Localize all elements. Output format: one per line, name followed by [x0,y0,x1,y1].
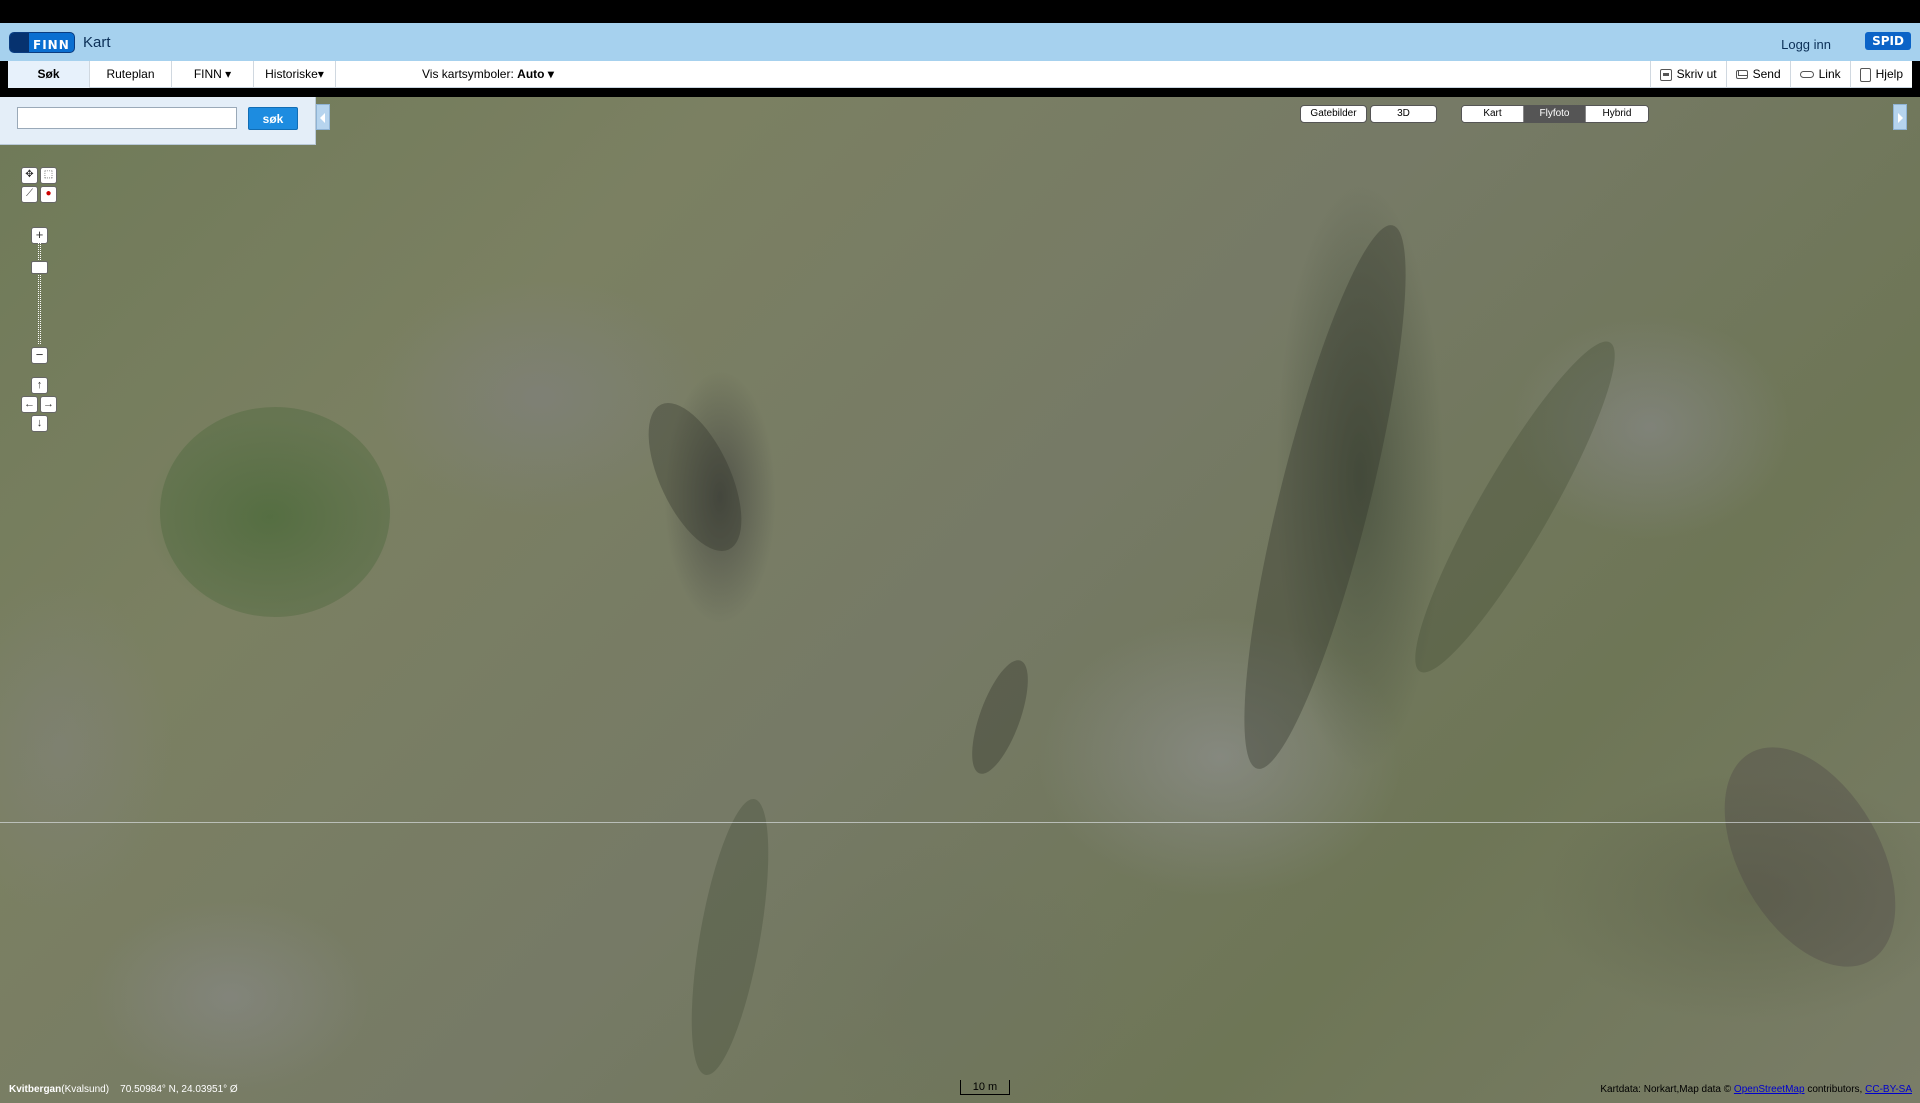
window-top-bar [0,0,1920,23]
credits-prefix: Kartdata: Norkart,Map data © [1600,1084,1732,1095]
spid-logo[interactable]: SPID [1865,32,1911,50]
coordinates: 70.50984° N, 24.03951° Ø [120,1084,238,1095]
map-terrain [629,389,761,565]
login-link[interactable]: Logg inn [1781,37,1831,52]
zoom-slider-handle[interactable] [31,261,48,274]
map-credits: Kartdata: Norkart,Map data © OpenStreetM… [1600,1084,1912,1095]
app-title: Kart [83,34,111,51]
main-nav: Søk Ruteplan FINN ▾ Historiske▾ Vis kart… [8,61,1912,88]
search-panel: søk [0,97,316,145]
pan-left-icon[interactable]: ← [21,396,38,413]
search-button[interactable]: søk [248,107,298,130]
location-readout: Kvitbergan(Kvalsund) 70.50984° N, 24.039… [9,1084,238,1095]
credits-mid: contributors, [1807,1084,1863,1095]
collapse-panel-left-button[interactable] [316,104,330,130]
pan-tool-icon[interactable]: ✥ [21,167,38,184]
link-icon [1799,71,1814,78]
help-button[interactable]: Hjelp [1849,61,1912,88]
map-terrain [676,793,784,1081]
map-symbols-label: Vis kartsymboler: [422,67,514,81]
map-terrain [1389,324,1641,690]
search-input[interactable] [17,107,237,129]
map-tool-group: ✥ ⬚ ⟋ ● [21,167,59,205]
3d-button[interactable]: 3D [1370,105,1437,123]
app-header: FINN Kart Logg inn SPID [0,23,1920,61]
collapse-panel-right-button[interactable] [1893,104,1907,130]
tab-historiske[interactable]: Historiske▾ [254,61,336,88]
send-label: Send [1752,67,1781,81]
logo-text: FINN [33,38,70,52]
tab-sok[interactable]: Søk [8,61,90,88]
map-symbols-select[interactable]: Vis kartsymboler: Auto ▾ [422,61,554,88]
zoom-box-tool-icon[interactable]: ⬚ [40,167,57,184]
measure-tool-icon[interactable]: ⟋ [21,186,38,203]
send-button[interactable]: Send [1725,61,1790,88]
map-type-flyfoto-button[interactable]: Flyfoto [1524,106,1586,122]
map-terrain [1689,718,1920,996]
place-name: Kvitbergan [9,1084,62,1095]
map-terrain [160,407,390,617]
map-terrain [960,653,1040,781]
zoom-out-button[interactable]: − [31,347,48,364]
tab-ruteplan[interactable]: Ruteplan [90,61,172,88]
place-region: (Kvalsund) [61,1084,110,1095]
scale-bar: 10 m [960,1080,1010,1095]
license-link[interactable]: CC-BY-SA [1865,1084,1912,1095]
print-button[interactable]: Skriv ut [1649,61,1726,88]
link-button[interactable]: Link [1789,61,1850,88]
zoom-in-button[interactable]: + [31,227,48,244]
map-type-hybrid-button[interactable]: Hybrid [1586,106,1648,122]
finn-logo[interactable]: FINN [9,32,75,53]
pan-right-icon[interactable]: → [40,396,57,413]
marker-tool-icon[interactable]: ● [40,186,57,203]
tile-seam-line [0,822,1920,823]
aerial-map-canvas[interactable] [0,97,1920,1103]
map-terrain [1213,214,1437,780]
print-label: Skriv ut [1676,67,1717,81]
pan-down-icon[interactable]: ↓ [31,415,48,432]
printer-icon [1659,68,1672,81]
map-type-kart-button[interactable]: Kart [1462,106,1524,122]
link-label: Link [1818,67,1841,81]
logo-square-icon [10,33,29,52]
zoom-slider-track[interactable] [38,243,41,344]
help-label: Hjelp [1875,67,1903,81]
tab-finn[interactable]: FINN ▾ [172,61,254,88]
help-icon [1859,67,1871,82]
map-type-switcher: Kart Flyfoto Hybrid [1461,105,1649,123]
osm-link[interactable]: OpenStreetMap [1734,1084,1805,1095]
mail-icon [1735,70,1748,79]
pan-up-icon[interactable]: ↑ [31,377,48,394]
map-symbols-value: Auto ▾ [517,67,554,81]
gatebilder-button[interactable]: Gatebilder [1300,105,1367,123]
right-toolbar: Skriv ut Send Link Hjelp [1649,61,1912,88]
